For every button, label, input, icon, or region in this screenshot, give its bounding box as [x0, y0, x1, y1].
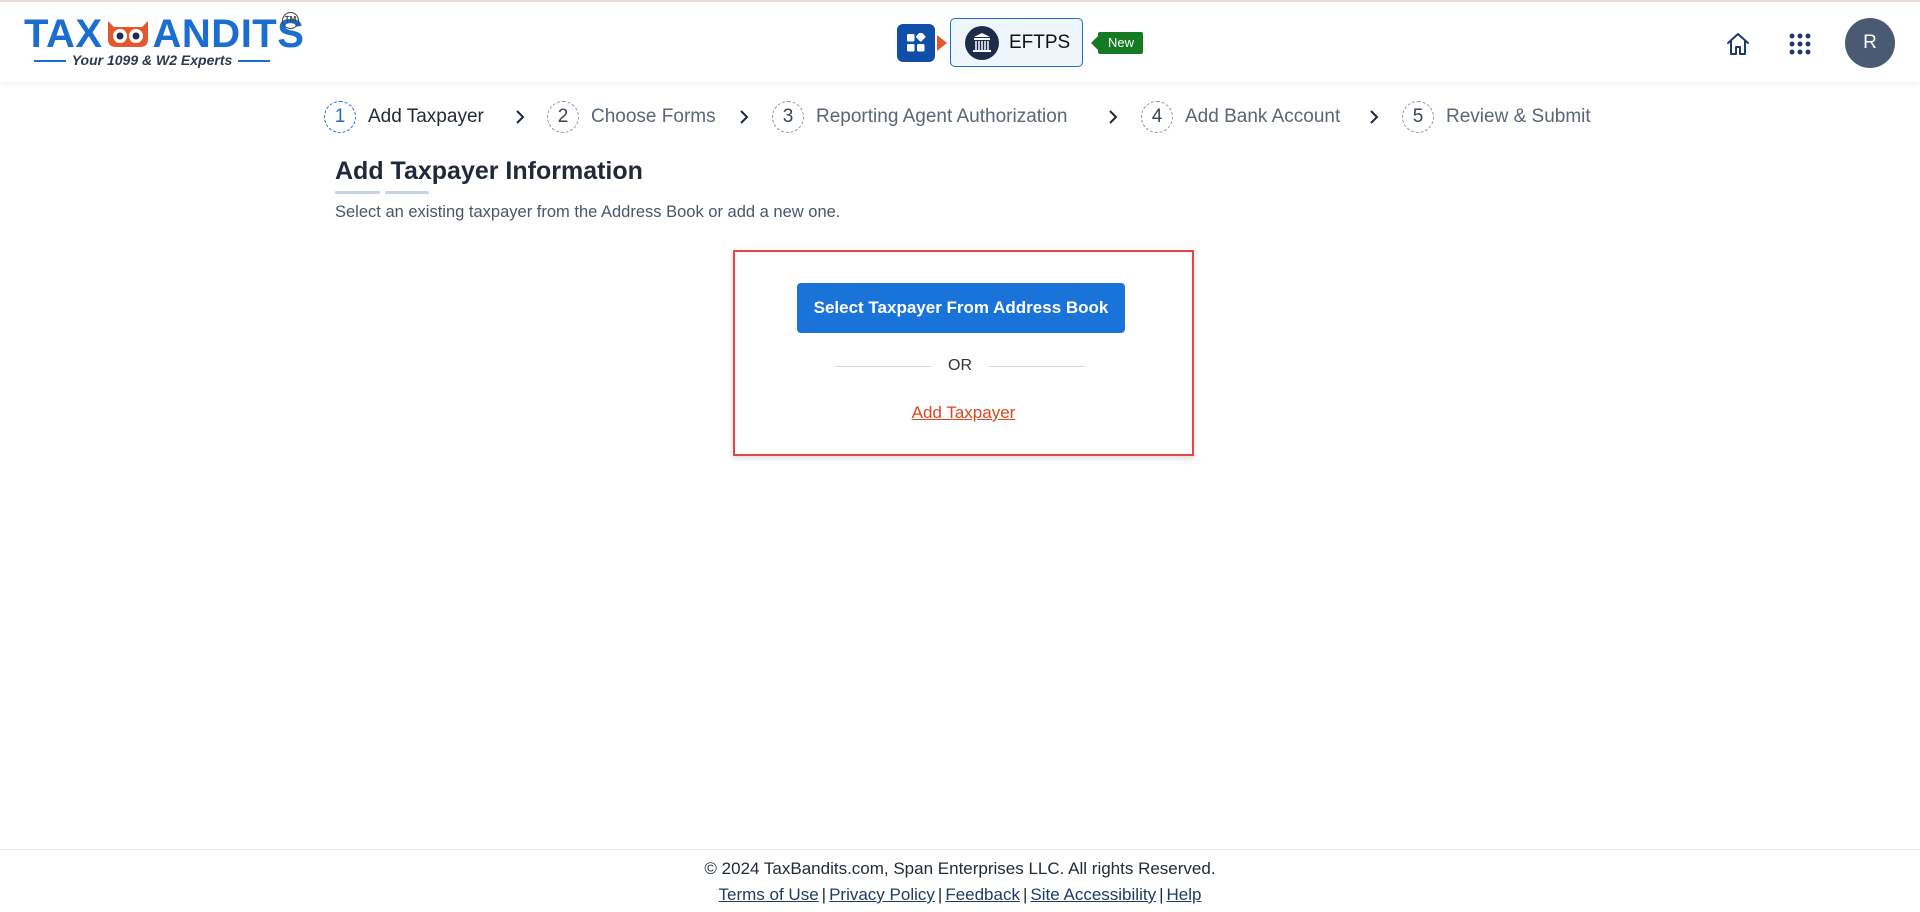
chevron-right-icon	[1109, 110, 1118, 124]
grid-menu-icon[interactable]	[1788, 32, 1812, 56]
taxpayer-action-panel: Select Taxpayer From Address Book OR Add…	[733, 250, 1194, 456]
owl-logo-icon	[104, 14, 152, 47]
separator: |	[937, 885, 943, 904]
user-avatar[interactable]: R	[1845, 18, 1895, 68]
apps-switch-button[interactable]	[897, 24, 935, 62]
title-underline-decoration	[335, 191, 380, 194]
step-number: 5	[1402, 101, 1434, 133]
eftps-product-button[interactable]: EFTPS	[950, 18, 1083, 67]
separator: |	[821, 885, 827, 904]
step-label: Choose Forms	[591, 106, 716, 127]
new-badge: New	[1090, 32, 1144, 54]
title-underline-decoration	[385, 191, 429, 194]
feedback-link[interactable]: Feedback	[945, 885, 1020, 904]
separator: |	[1022, 885, 1028, 904]
page-subtitle: Select an existing taxpayer from the Add…	[335, 203, 841, 221]
chevron-right-icon	[1370, 110, 1379, 124]
home-icon[interactable]	[1724, 30, 1752, 58]
step-label: Add Taxpayer	[368, 106, 484, 127]
logo-wordmark: TAX ANDITS	[24, 12, 305, 56]
step-number: 3	[772, 101, 804, 133]
step-label: Reporting Agent Authorization	[816, 106, 1068, 127]
separator: |	[1159, 885, 1164, 904]
or-divider: OR	[835, 356, 1085, 376]
help-link[interactable]: Help	[1167, 885, 1202, 904]
page-title: Add Taxpayer Information	[335, 157, 643, 185]
privacy-policy-link[interactable]: Privacy Policy	[829, 885, 935, 904]
step-number: 1	[324, 101, 356, 133]
chevron-right-icon	[740, 110, 749, 124]
step-label: Review & Submit	[1446, 106, 1591, 127]
apps-switch-icon	[907, 33, 926, 52]
step-number: 4	[1141, 101, 1173, 133]
select-from-address-book-button[interactable]: Select Taxpayer From Address Book	[797, 283, 1125, 333]
footer-links: Terms of Use | Privacy Policy | Feedback | Sit…	[0, 885, 1920, 905]
step-number: 2	[547, 101, 579, 133]
eftps-label: EFTPS	[1009, 32, 1071, 53]
taxbandits-logo[interactable]: TAX ANDITS TM Your 1099 & W2 Experts	[24, 8, 304, 72]
chevron-right-icon	[516, 110, 525, 124]
step-label: Add Bank Account	[1185, 106, 1341, 127]
logo-tagline: Your 1099 & W2 Experts	[24, 52, 280, 68]
add-taxpayer-link[interactable]: Add Taxpayer	[735, 403, 1192, 423]
copyright-text: © 2024 TaxBandits.com, Span Enterprises …	[704, 859, 1216, 878]
divider-line	[988, 366, 1085, 367]
terms-of-use-link[interactable]: Terms of Use	[719, 885, 819, 904]
site-accessibility-link[interactable]: Site Accessibility	[1030, 885, 1156, 904]
top-header: TAX ANDITS TM Your 1099 & W2 Experts EFTP…	[0, 0, 1920, 82]
page-footer: © 2024 TaxBandits.com, Span Enterprises …	[0, 849, 1920, 912]
eftps-emblem-icon	[965, 26, 999, 60]
switch-arrow-icon	[937, 35, 947, 51]
trademark-mark: TM	[282, 12, 299, 29]
